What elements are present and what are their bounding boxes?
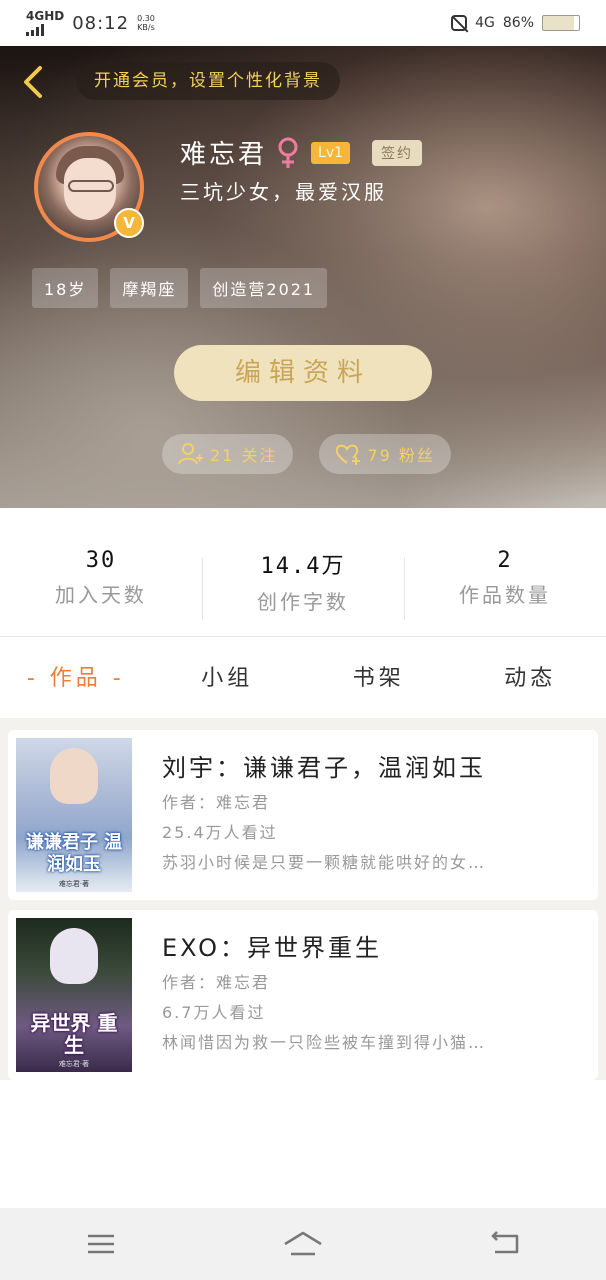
stat-label: 作品数量 (459, 583, 551, 607)
network-type: 4GHD (26, 9, 65, 23)
follow-row: 21 关注 79 粉丝 (162, 434, 451, 474)
speed-value: 0.30 (137, 14, 155, 23)
stat-works[interactable]: 2 作品数量 (404, 548, 606, 628)
works-list: 谦谦君子 温润如玉 难忘君·著 刘宇：谦谦君子，温润如玉 作者：难忘君 25.4… (0, 718, 606, 1080)
work-description: 林闻惜因为救一只险些被车撞到得小猫… (162, 1033, 487, 1052)
work-description: 苏羽小时候是只要一颗糖就能哄好的女… (162, 853, 487, 872)
add-user-icon (178, 443, 203, 465)
work-views: 25.4万人看过 (162, 823, 278, 842)
tab-activity[interactable]: 动态 (455, 656, 606, 702)
work-title: 刘宇：谦谦君子，温润如玉 (162, 754, 486, 782)
profile-tabs: - 作品 - 小组 书架 动态 (0, 656, 606, 702)
stat-days[interactable]: 30 加入天数 (0, 548, 202, 628)
tag-age: 18岁 (32, 268, 99, 308)
book-cover: 异世界 重生 难忘君·著 (16, 918, 132, 1072)
back-nav-button[interactable] (475, 1224, 535, 1264)
stat-label: 加入天数 (55, 583, 147, 607)
status-left: 4GHD 08:12 0.30 KB/s (26, 10, 155, 36)
cover-author: 难忘君·著 (58, 880, 90, 888)
stats-row: 30 加入天数 14.4万 创作字数 2 作品数量 (0, 548, 606, 628)
vip-banner[interactable]: 开通会员，设置个性化背景 (76, 62, 340, 100)
back-button[interactable] (16, 62, 50, 102)
female-icon (278, 137, 298, 168)
profile-tags: 18岁 摩羯座 创造营2021 (32, 268, 328, 308)
mobile-network: 4G (475, 15, 495, 31)
cover-title: 谦谦君子 温润如玉 (25, 832, 123, 875)
stat-label: 创作字数 (257, 590, 349, 614)
tab-works[interactable]: - 作品 - (0, 656, 152, 702)
tag-zodiac: 摩羯座 (110, 268, 189, 308)
signature: 三坑少女，最爱汉服 (180, 180, 387, 204)
status-right: 4G 86% (451, 15, 580, 31)
verified-badge: V (114, 208, 144, 238)
cover-author: 难忘君·著 (58, 1060, 90, 1068)
chevron-left-icon (24, 66, 42, 98)
back-arrow-icon (491, 1231, 519, 1254)
signal-bars-icon (26, 24, 64, 36)
menu-button[interactable] (71, 1224, 131, 1264)
name-row: 难忘君 Lv1 签约 (180, 134, 423, 171)
work-info: 刘宇：谦谦君子，温润如玉 作者：难忘君 25.4万人看过 苏羽小时候是只要一颗糖… (162, 738, 590, 892)
following-count: 21 关注 (210, 446, 278, 465)
work-author: 作者：难忘君 (162, 973, 271, 992)
signed-badge: 签约 (372, 139, 423, 166)
work-card[interactable]: 谦谦君子 温润如玉 难忘君·著 刘宇：谦谦君子，温润如玉 作者：难忘君 25.4… (8, 730, 598, 900)
speed-unit: KB/s (137, 23, 155, 32)
network-indicator: 4GHD (26, 10, 64, 36)
username: 难忘君 (180, 140, 268, 170)
stat-words[interactable]: 14.4万 创作字数 (202, 548, 404, 628)
followers-button[interactable]: 79 粉丝 (319, 434, 451, 474)
work-title: EXO：异世界重生 (162, 934, 382, 962)
home-button[interactable] (273, 1224, 333, 1264)
book-cover: 谦谦君子 温润如玉 难忘君·著 (16, 738, 132, 892)
battery-percent: 86% (502, 15, 534, 31)
following-button[interactable]: 21 关注 (162, 434, 294, 474)
tag-show: 创造营2021 (200, 268, 328, 308)
stat-value: 30 (85, 548, 117, 573)
work-info: EXO：异世界重生 作者：难忘君 6.7万人看过 林闻惜因为救一只险些被车撞到得… (162, 918, 590, 1072)
level-badge: Lv1 (311, 141, 351, 164)
edit-profile-button[interactable]: 编辑资料 (174, 345, 432, 401)
stat-value: 14.4万 (260, 554, 346, 579)
divider (0, 636, 606, 637)
tab-bookshelf[interactable]: 书架 (303, 656, 455, 702)
menu-icon (88, 1234, 114, 1254)
work-views: 6.7万人看过 (162, 1003, 266, 1022)
tab-groups[interactable]: 小组 (152, 656, 304, 702)
status-bar: 4GHD 08:12 0.30 KB/s 4G 86% (0, 0, 606, 46)
clock: 08:12 (72, 12, 130, 34)
battery-icon (542, 15, 580, 31)
heart-plus-icon (336, 444, 361, 465)
profile-header: 开通会员，设置个性化背景 V 难忘君 Lv1 签约 三坑少女，最爱汉服 18岁 … (0, 46, 606, 508)
network-speed: 0.30 KB/s (137, 14, 155, 32)
system-nav-bar (0, 1208, 606, 1280)
home-icon (284, 1231, 322, 1256)
work-card[interactable]: 异世界 重生 难忘君·著 EXO：异世界重生 作者：难忘君 6.7万人看过 林闻… (8, 910, 598, 1080)
work-author: 作者：难忘君 (162, 793, 271, 812)
notifications-off-icon (451, 15, 468, 31)
followers-count: 79 粉丝 (367, 446, 435, 465)
stat-value: 2 (497, 548, 513, 573)
cover-title: 异世界 重生 (30, 1011, 118, 1057)
